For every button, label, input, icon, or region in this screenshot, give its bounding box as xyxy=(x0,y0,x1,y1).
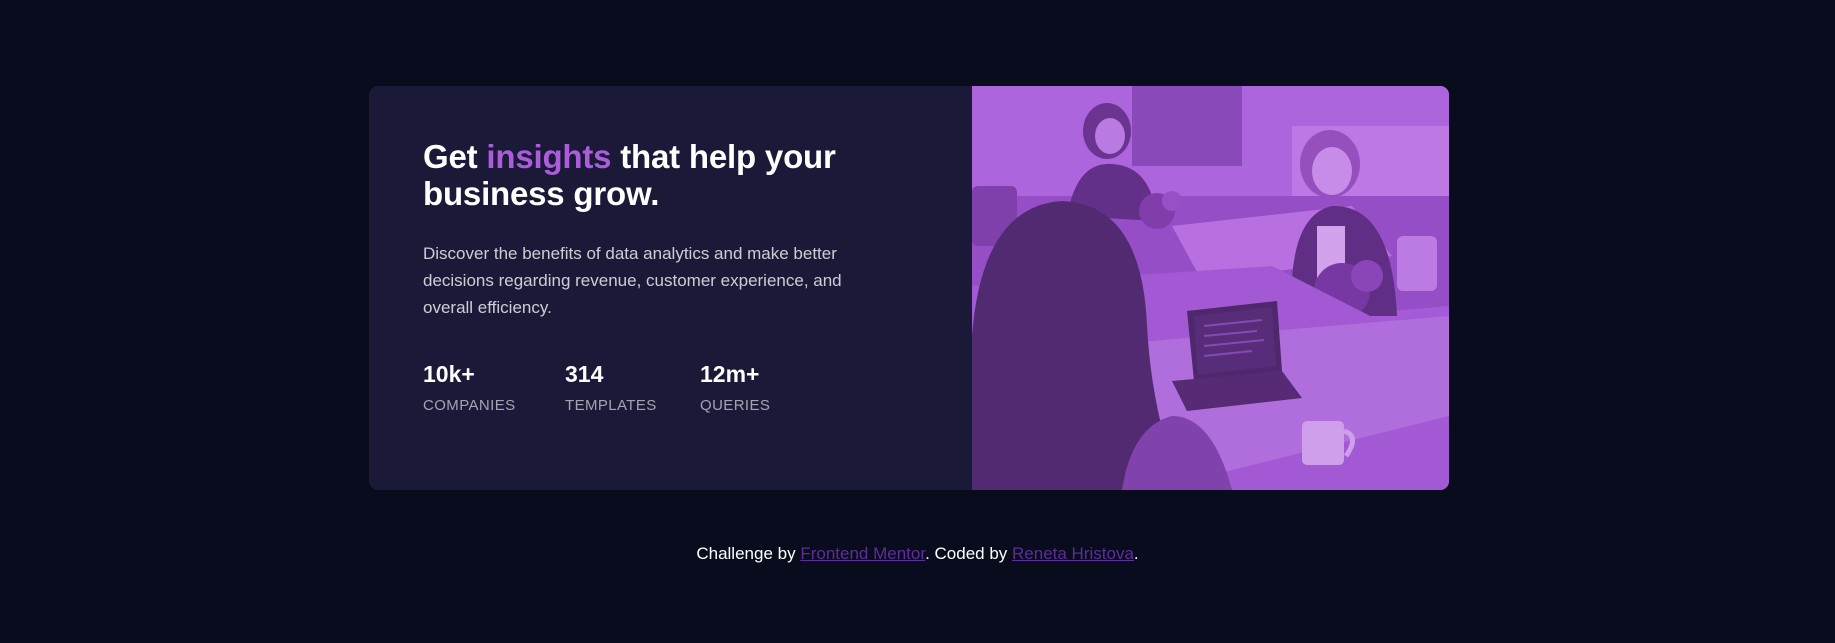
stats-preview-card: Get insights that help your business gro… xyxy=(369,86,1449,490)
attribution: Challenge by Frontend Mentor. Coded by R… xyxy=(0,543,1835,565)
stat-label: TEMPLATES xyxy=(565,397,657,414)
header-image xyxy=(972,86,1449,490)
stat-queries: 12m+ QUERIES xyxy=(700,360,820,414)
stat-templates: 314 TEMPLATES xyxy=(565,360,700,414)
office-photo-illustration xyxy=(972,86,1449,490)
attribution-suffix: . xyxy=(1133,544,1139,563)
headline-accent: insights xyxy=(486,138,612,175)
card-content: Get insights that help your business gro… xyxy=(369,86,972,490)
stat-companies: 10k+ COMPANIES xyxy=(423,360,565,414)
headline-text-before: Get xyxy=(423,138,487,175)
attribution-middle: . Coded by xyxy=(925,544,1013,563)
author-link[interactable]: Reneta Hristova xyxy=(1012,544,1134,563)
frontend-mentor-link[interactable]: Frontend Mentor xyxy=(800,544,925,563)
stat-value: 10k+ xyxy=(423,361,475,387)
stat-label: COMPANIES xyxy=(423,397,516,414)
card-headline: Get insights that help your business gro… xyxy=(423,138,903,212)
stat-value: 314 xyxy=(565,361,604,387)
stats-list: 10k+ COMPANIES 314 TEMPLATES 12m+ QUERIE… xyxy=(423,360,972,414)
page: Get insights that help your business gro… xyxy=(0,0,1835,643)
stat-label: QUERIES xyxy=(700,397,771,414)
card-description: Discover the benefits of data analytics … xyxy=(423,244,842,317)
stat-value: 12m+ xyxy=(700,361,760,387)
attribution-prefix: Challenge by xyxy=(696,544,801,563)
